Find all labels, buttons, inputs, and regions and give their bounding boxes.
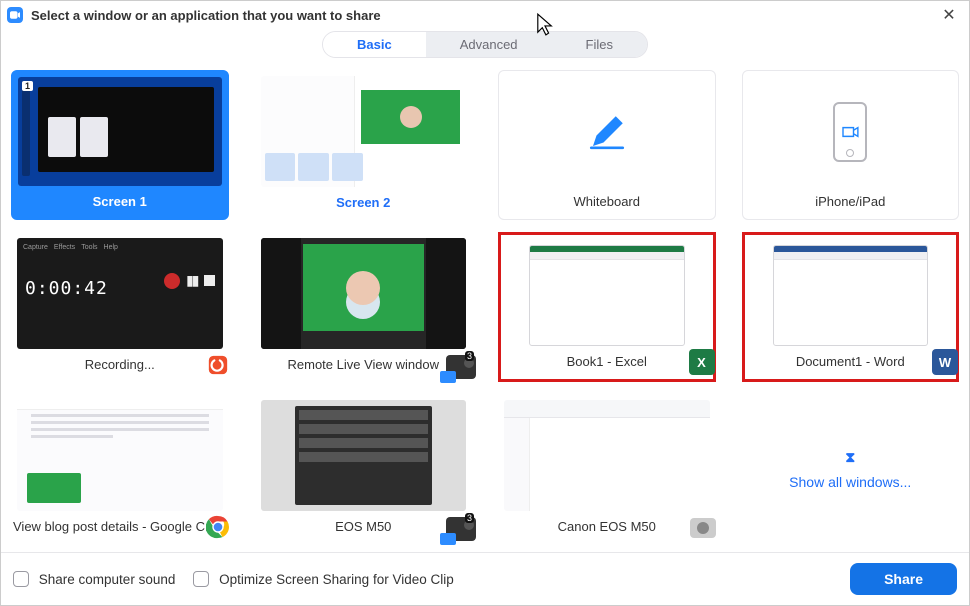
thumb-whiteboard — [505, 77, 709, 186]
word-icon: W — [932, 349, 958, 375]
tile-label: Whiteboard — [499, 186, 715, 219]
footer: Share computer sound Optimize Screen Sha… — [1, 552, 969, 605]
tile-iphone-ipad[interactable]: iPhone/iPad — [742, 70, 960, 220]
phone-icon — [833, 102, 867, 162]
tile-whiteboard[interactable]: Whiteboard — [498, 70, 716, 220]
tab-strip: Basic Advanced Files — [1, 31, 969, 58]
tile-label: Recording... — [11, 349, 229, 382]
checkbox-icon — [193, 571, 209, 587]
pause-icon: ▮▮ — [186, 272, 197, 289]
tile-remote-live-view[interactable]: Remote Live View window 3 — [255, 232, 473, 382]
tile-recording[interactable]: CaptureEffectsToolsHelp 0:00:42 ▮▮ Recor… — [11, 232, 229, 382]
close-icon[interactable]: ✕ — [939, 5, 959, 25]
tile-excel[interactable]: Book1 - Excel X — [498, 232, 716, 382]
camtasia-icon — [205, 352, 231, 378]
thumb-iphone — [749, 77, 953, 186]
record-icon — [164, 273, 180, 289]
tile-label: iPhone/iPad — [743, 186, 959, 219]
chrome-icon — [205, 514, 231, 540]
titlebar: Select a window or an application that y… — [1, 1, 969, 29]
thumb-screen-1: 1 — [18, 77, 222, 186]
screen-badge: 1 — [22, 81, 33, 91]
tab-advanced[interactable]: Advanced — [426, 32, 552, 57]
tile-canon-eos-m50[interactable]: Canon EOS M50 — [498, 394, 716, 544]
thumb-explorer — [504, 400, 710, 511]
tile-label: Book1 - Excel — [501, 346, 713, 379]
tile-screen-2[interactable]: 2 Screen 2 — [255, 70, 473, 220]
tile-chrome[interactable]: View blog post details - Google C... — [11, 394, 229, 544]
thumb-recording: CaptureEffectsToolsHelp 0:00:42 ▮▮ — [17, 238, 223, 349]
checkbox-label: Optimize Screen Sharing for Video Clip — [219, 572, 454, 587]
share-button[interactable]: Share — [850, 563, 957, 595]
zoom-logo-icon — [7, 7, 23, 23]
recording-time: 0:00:42 — [25, 278, 108, 299]
tile-eos-m50[interactable]: EOS M50 3 — [255, 394, 473, 544]
dslr-icon — [690, 518, 716, 538]
camera-monitor-icon: 3 — [446, 517, 476, 541]
tile-label: Screen 2 — [255, 187, 473, 220]
thumb-word — [773, 245, 929, 346]
thumb-remote — [261, 238, 467, 349]
thumb-excel — [529, 245, 685, 346]
thumb-eos — [261, 400, 467, 511]
checkbox-share-sound[interactable]: Share computer sound — [13, 571, 175, 587]
thumb-screen-2: 2 — [261, 76, 467, 187]
checkbox-icon — [13, 571, 29, 587]
show-all-label: Show all windows... — [789, 474, 911, 490]
tile-label: Canon EOS M50 — [498, 511, 716, 544]
dialog-title: Select a window or an application that y… — [31, 8, 381, 23]
thumb-chrome — [17, 400, 223, 511]
share-grid: 1 Screen 1 2 Screen 2 Whiteboard — [1, 70, 969, 552]
stop-icon — [204, 275, 215, 286]
tab-basic[interactable]: Basic — [323, 32, 426, 57]
tile-word[interactable]: Document1 - Word W — [742, 232, 960, 382]
pencil-icon — [586, 111, 628, 153]
tile-label: Screen 1 — [12, 186, 228, 219]
checkbox-optimize-video[interactable]: Optimize Screen Sharing for Video Clip — [193, 571, 453, 587]
tab-files[interactable]: Files — [552, 32, 647, 57]
tile-show-all-windows[interactable]: ⧗ Show all windows... — [742, 394, 960, 544]
tile-label: Document1 - Word — [745, 346, 957, 379]
camera-monitor-icon: 3 — [446, 355, 476, 379]
tile-screen-1[interactable]: 1 Screen 1 — [11, 70, 229, 220]
checkbox-label: Share computer sound — [39, 572, 176, 587]
excel-icon: X — [689, 349, 715, 375]
tile-label: View blog post details - Google C... — [11, 511, 229, 544]
collapse-icon: ⧗ — [845, 449, 855, 466]
